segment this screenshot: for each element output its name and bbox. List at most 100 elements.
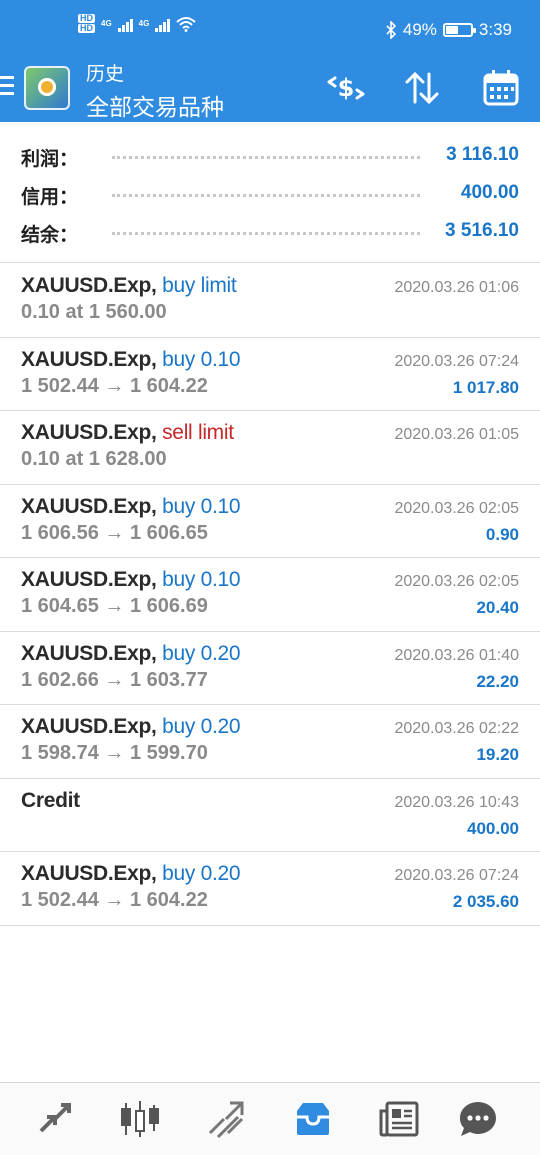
deal-time: 2020.03.26 01:05 [394,426,519,443]
deal-symbol-line: XAUUSD.Exp, buy limit [21,274,237,298]
menu-icon[interactable] [0,76,14,100]
news-icon[interactable] [377,1097,421,1141]
deal-row[interactable]: XAUUSD.Exp, buy 0.20 1 502.44 → 1 604.22 2… [0,852,540,926]
deal-profit: 1 017.80 [452,377,519,397]
deal-row[interactable]: XAUUSD.Exp, buy 0.10 1 604.65 → 1 606.69 2… [0,558,540,632]
deal-row[interactable]: Credit 2020.03.26 10:43 400.00 [0,779,540,852]
chat-icon[interactable] [456,1097,500,1141]
deal-type: buy 0.20 [162,641,241,665]
chart-icon[interactable] [118,1097,162,1141]
summary-value: 3 116.10 [446,144,519,165]
deal-details: 0.10 at 1 560.00 [21,301,167,323]
deal-type: buy 0.20 [162,862,241,885]
trade-icon[interactable] [204,1097,248,1141]
deal-details: 1 502.44 → 1 604.22 [21,889,208,911]
page-title: 历史 [86,64,125,85]
deal-row[interactable]: XAUUSD.Exp, buy 0.20 1 598.74 → 1 599.70 2… [0,705,540,779]
hd-badge-2: HD [78,23,95,33]
deal-row[interactable]: XAUUSD.Exp, sell limit 0.10 at 1 628.00 20… [0,411,540,485]
quotes-icon[interactable] [33,1097,77,1141]
deal-time: 2020.03.26 02:05 [394,499,519,517]
deal-profit: 22.20 [476,671,519,691]
summary-label: 利润： [21,149,79,170]
symbol-filter-icon[interactable]: $ [326,68,366,108]
summary-label: 结余： [21,225,79,246]
deal-symbol-line: XAUUSD.Exp, buy 0.20 [21,641,241,666]
history-icon[interactable] [291,1097,335,1141]
bottom-nav [0,1082,540,1155]
deal-symbol: XAUUSD.Exp, [21,568,157,591]
deal-symbol: XAUUSD.Exp, [21,274,157,297]
deal-profit: 19.20 [476,745,519,764]
deal-symbol: Credit [21,788,80,812]
deal-symbol-line: XAUUSD.Exp, buy 0.20 [21,862,241,886]
app-header: HD HD 4G 4G 49% 3:39 历史 全部交易品种 $ [0,0,540,122]
signal-icon-2 [155,16,171,32]
deal-symbol: XAUUSD.Exp, [21,862,157,885]
deal-time: 2020.03.26 01:40 [394,646,519,664]
deal-time: 2020.03.26 02:22 [394,720,519,737]
summary-block: 利润： 3 116.10 信用： 400.00 结余： 3 516.10 [0,138,540,252]
deal-symbol: XAUUSD.Exp, [21,715,157,738]
deal-symbol: XAUUSD.Exp, [21,494,157,518]
summary-label: 信用： [21,187,79,208]
deal-symbol-line: XAUUSD.Exp, buy 0.10 [21,347,241,372]
dotted-leader [112,232,420,235]
deal-time: 2020.03.26 02:05 [394,573,519,590]
app-logo [24,66,70,110]
status-left: HD HD 4G 4G [78,14,197,33]
deal-type: buy 0.10 [162,347,241,371]
deal-details: 0.10 at 1 628.00 [21,448,167,470]
deals-list: XAUUSD.Exp, buy limit 0.10 at 1 560.00 202… [0,264,540,926]
sort-icon[interactable] [402,68,442,108]
deal-profit: 20.40 [476,598,519,617]
deal-row[interactable]: XAUUSD.Exp, buy 0.20 1 602.66 → 1 603.77 2… [0,632,540,705]
dotted-leader [112,156,420,159]
deal-details: 1 604.65 → 1 606.69 [21,595,208,617]
battery-icon [442,23,476,37]
deal-symbol-line: Credit [21,789,80,813]
deal-type: sell limit [162,421,234,444]
deal-time: 2020.03.26 01:06 [394,279,519,296]
deal-row[interactable]: XAUUSD.Exp, buy 0.10 1 502.44 → 1 604.22 2… [0,338,540,411]
deal-row[interactable]: XAUUSD.Exp, buy 0.10 1 606.56 → 1 606.65 2… [0,485,540,558]
deal-time: 2020.03.26 07:24 [394,352,519,370]
battery-percent: 49% [402,20,437,39]
deal-symbol-line: XAUUSD.Exp, buy 0.20 [21,715,241,739]
deal-symbol: XAUUSD.Exp, [21,641,157,665]
summary-balance: 结余： 3 516.10 [0,214,540,252]
deal-symbol-line: XAUUSD.Exp, buy 0.10 [21,494,241,519]
dotted-leader [112,194,420,197]
deal-profit: 2 035.60 [452,892,519,911]
hd-badges: HD HD [78,14,95,33]
status-bar: HD HD 4G 4G 49% 3:39 [0,0,540,44]
summary-value: 3 516.10 [445,220,519,241]
symbol-filter-label[interactable]: 全部交易品种 [86,88,224,122]
deal-time: 2020.03.26 10:43 [394,793,519,811]
deal-type: buy limit [162,274,237,297]
divider [0,262,540,263]
deal-symbol-line: XAUUSD.Exp, buy 0.10 [21,568,241,592]
deal-type: buy 0.20 [162,715,241,738]
deal-details: 1 502.44 → 1 604.22 [21,374,208,397]
hd-badge-1: HD [78,13,95,23]
network-type-1: 4G [101,19,112,28]
deal-profit: 400.00 [467,818,519,838]
deal-row[interactable]: XAUUSD.Exp, buy limit 0.10 at 1 560.00 202… [0,264,540,338]
summary-value: 400.00 [460,182,519,203]
deal-symbol: XAUUSD.Exp, [21,421,157,444]
deal-type: buy 0.10 [162,494,241,518]
deal-details: 1 598.74 → 1 599.70 [21,742,208,764]
battery-fill [445,26,458,34]
clock: 3:39 [478,20,512,39]
deal-time: 2020.03.26 07:24 [394,867,519,884]
status-right: 49% 3:39 [385,20,512,40]
calendar-icon[interactable] [481,68,521,108]
summary-profit: 利润： 3 116.10 [0,138,540,176]
deal-profit: 0.90 [485,524,519,544]
deal-type: buy 0.10 [162,568,241,591]
network-type-2: 4G [138,19,150,28]
deal-symbol-line: XAUUSD.Exp, sell limit [21,421,234,445]
svg-text:$: $ [338,74,355,102]
deal-details: 1 606.56 → 1 606.65 [21,521,208,544]
